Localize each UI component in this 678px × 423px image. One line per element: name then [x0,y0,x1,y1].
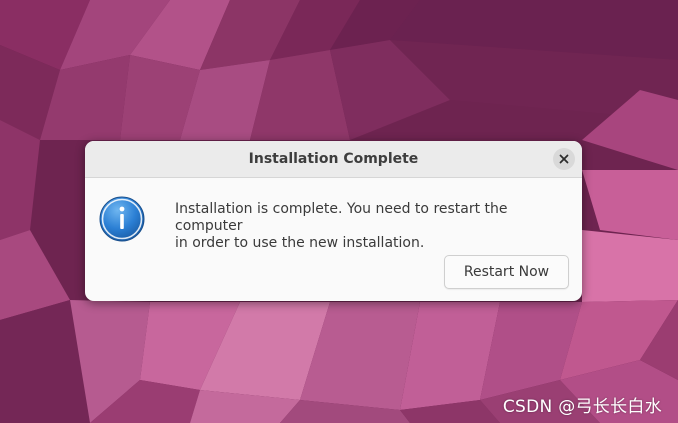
dialog-title: Installation Complete [248,151,419,167]
restart-now-button[interactable]: Restart Now [444,255,569,289]
close-icon [559,154,569,164]
desktop: Installation Complete Installation is co… [0,0,678,423]
dialog-message: Installation is complete. You need to re… [175,201,575,252]
info-icon [99,196,145,242]
message-line-2: in order to use the new installation. [175,235,425,251]
message-line-1: Installation is complete. You need to re… [175,201,508,234]
dialog-titlebar: Installation Complete [85,141,582,178]
watermark-text: CSDN @弓长长白水 [502,397,662,417]
close-button[interactable] [553,148,575,170]
installation-complete-dialog: Installation Complete Installation is co… [85,141,582,301]
